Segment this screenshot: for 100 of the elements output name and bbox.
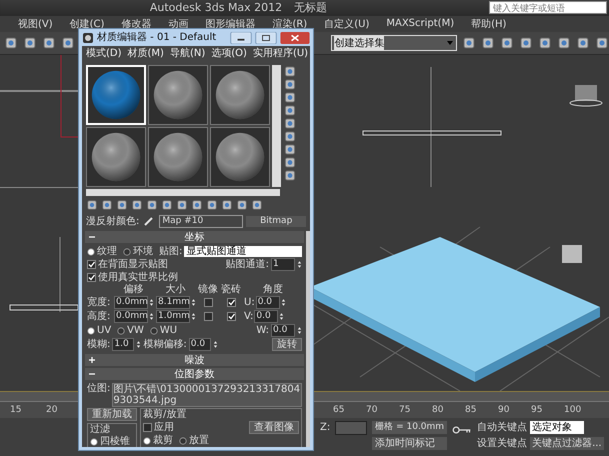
column-header: 瓷砖 (221, 284, 241, 295)
map-channel-field[interactable]: 1 (271, 258, 295, 271)
expand-icon[interactable] (89, 357, 95, 363)
angle-field[interactable]: 0.0 (271, 324, 295, 337)
menu-item[interactable]: 视图(V) (18, 16, 53, 31)
group-title: 过滤 (90, 424, 110, 435)
scrollbar[interactable] (306, 231, 310, 447)
menu-item[interactable]: 导航(N) (170, 48, 206, 59)
selection-set-dropdown[interactable]: 创建选择集 (331, 34, 457, 51)
spinner-icon[interactable] (297, 259, 302, 270)
checkbox[interactable] (87, 260, 96, 269)
collapse-icon[interactable] (89, 234, 95, 240)
view-cube-icon[interactable] (570, 84, 602, 106)
scrollbar[interactable] (272, 65, 281, 187)
menu-item[interactable]: 渲染(R) (272, 16, 308, 31)
row-label: 宽度: (87, 297, 111, 308)
view-cube-icon[interactable] (562, 244, 582, 263)
menu-item[interactable]: 自定义(U) (324, 16, 370, 31)
checkbox[interactable] (143, 423, 152, 432)
plane-object[interactable] (10, 304, 78, 310)
rotate-button[interactable]: 旋转 (272, 338, 302, 351)
mapping-dropdown[interactable]: 显式贴图通道 (184, 246, 302, 257)
size-field[interactable]: 8.1mm (156, 296, 190, 309)
map-name-field[interactable]: Map #10 (159, 214, 244, 228)
frame-number: 95 (531, 405, 544, 416)
menu-item[interactable]: 材质(M) (128, 48, 164, 59)
spinner-icon[interactable] (297, 325, 302, 336)
view-image-button[interactable]: 查看图像 (249, 421, 299, 434)
scrollbar[interactable] (86, 189, 280, 196)
menu-item[interactable]: MAXScript(M) (386, 18, 454, 30)
reload-button[interactable]: 重新加载 (87, 408, 137, 421)
radio-button[interactable] (143, 436, 151, 444)
radio-button[interactable] (90, 438, 98, 446)
angle-field[interactable]: 0.0 (254, 310, 278, 323)
caret-icon[interactable] (446, 38, 454, 47)
blur-field[interactable]: 1.0 (112, 338, 134, 351)
menu-item[interactable]: 创建(C) (70, 16, 104, 31)
row-label: 高度: (87, 311, 111, 322)
map-label: 漫反射颜色: (86, 216, 140, 226)
minimize-button[interactable] (230, 32, 252, 44)
frame-number: 75 (399, 405, 412, 416)
maximize-button[interactable] (255, 32, 277, 44)
blur-label: 模糊: (87, 339, 110, 350)
offset-field[interactable]: 0.0mm (114, 296, 148, 309)
checkbox[interactable] (226, 298, 236, 307)
radio-button[interactable] (117, 326, 126, 334)
radio-label: 纹理 (97, 246, 117, 257)
time-tag-field[interactable]: 添加时间标记 (372, 436, 448, 450)
plane-object[interactable] (362, 130, 502, 136)
dialog-title: 材质编辑器 - 01 - Default (97, 32, 216, 43)
close-button[interactable] (280, 32, 310, 44)
menu-item[interactable]: 图形编辑器 (205, 16, 256, 31)
map-channel-label: 贴图通道: (226, 259, 269, 270)
grid-size-display: 栅格 = 10.0mm (372, 420, 448, 434)
menu-item[interactable]: 帮助(H) (471, 16, 506, 31)
bitmap-label: 位图: (87, 383, 110, 394)
blur-offset-field[interactable]: 0.0 (188, 338, 211, 351)
radio-label: 裁剪 (153, 435, 173, 446)
menu-item[interactable]: 实用程序(U) (252, 48, 308, 59)
key-filters-button[interactable]: 关键点过滤器... (530, 436, 604, 450)
z-coordinate-field[interactable] (335, 420, 368, 435)
angle-field[interactable]: 0.0 (256, 296, 280, 309)
menu-item[interactable]: 模式(D) (86, 48, 122, 59)
checkbox[interactable] (204, 312, 212, 321)
key-mode-dropdown[interactable]: 选定对象 (530, 420, 584, 434)
frame-number: 65 (333, 405, 346, 416)
frame-number: 15 (10, 405, 22, 416)
angle-label: U: (244, 297, 255, 308)
radio-button[interactable] (87, 326, 95, 334)
radio-button[interactable] (87, 248, 95, 256)
search-field[interactable]: 键入关键字或短语 (489, 1, 608, 14)
frame-number: 80 (432, 405, 444, 416)
rollout-title: 噪波 (184, 354, 204, 366)
radio-button[interactable] (123, 248, 131, 256)
set-key-button[interactable]: 设置关键点 (477, 436, 528, 450)
rollout-header[interactable]: 位图参数 (85, 368, 304, 380)
size-field[interactable]: 1.0mm (156, 310, 190, 323)
auto-key-button[interactable]: 自动关键点 (477, 420, 528, 434)
frame-number: 20 (46, 405, 58, 416)
rollout-title: 位图参数 (174, 368, 214, 380)
menu-item[interactable]: 选项(O) (211, 48, 247, 59)
checkbox[interactable] (204, 298, 212, 307)
menu-item[interactable]: 修改器 (121, 16, 152, 31)
coordinate-label: Z: (320, 422, 330, 433)
collapse-icon[interactable] (89, 371, 95, 377)
checkbox[interactable] (87, 273, 96, 282)
offset-field[interactable]: 0.0mm (114, 310, 148, 323)
menu-item[interactable]: 动画 (168, 16, 188, 31)
map-type-button[interactable]: Bitmap (246, 216, 306, 226)
column-header: 角度 (262, 284, 284, 295)
rollout-title: 坐标 (184, 232, 204, 242)
group-title: 裁剪/放置 (143, 409, 188, 420)
radio-button[interactable] (179, 436, 187, 444)
rollout-header[interactable]: 坐标 (85, 231, 304, 243)
radio-button[interactable] (150, 326, 158, 334)
material-editor-icon (82, 32, 94, 44)
checkbox[interactable] (226, 312, 236, 321)
rollout-header[interactable]: 噪波 (85, 354, 304, 366)
key-icon[interactable] (452, 424, 472, 435)
bitmap-path-button[interactable]: 图片\不错\01300001372932133178049303544.jpg (112, 383, 302, 407)
